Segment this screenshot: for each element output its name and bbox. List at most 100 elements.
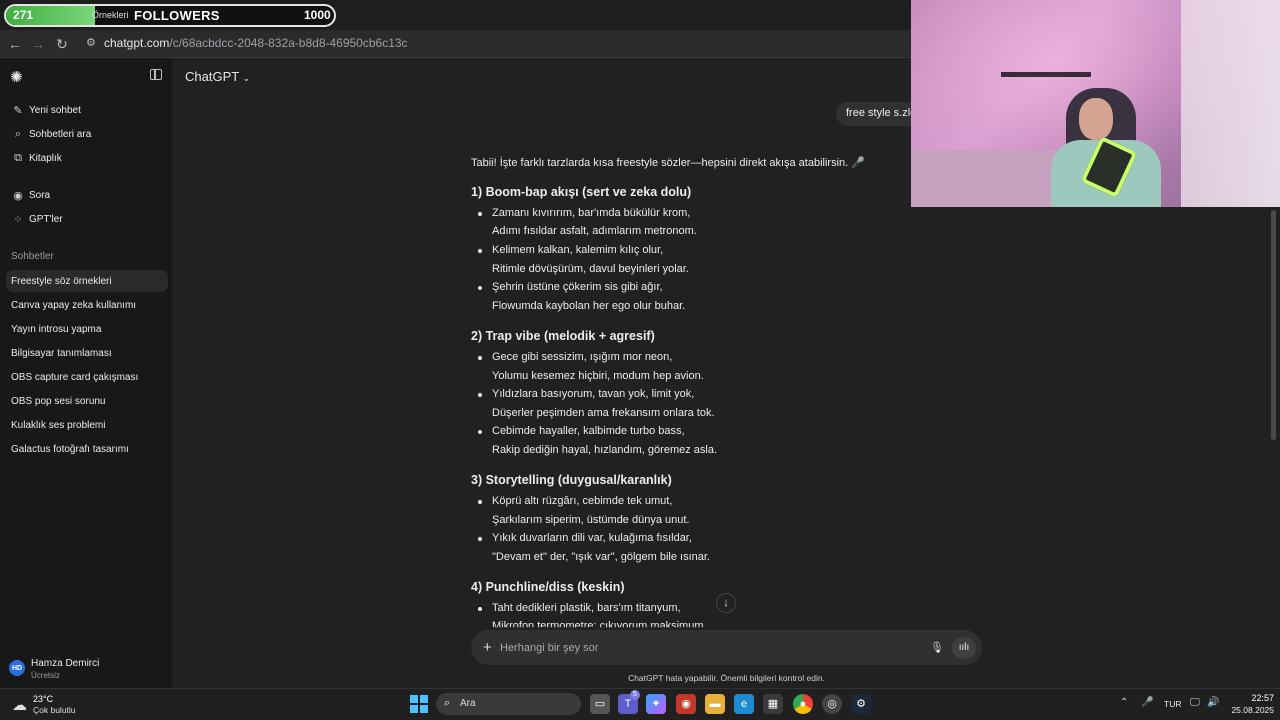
clock-time[interactable]: 22:57 (1232, 693, 1274, 703)
taskbar-search-text: Ara (460, 698, 476, 709)
webcam-face (1079, 98, 1113, 140)
webcam-overlay (911, 0, 1280, 207)
bullet-dot (478, 249, 482, 253)
library-icon: ⧉ (14, 151, 22, 164)
response-intro: Tabii! İşte farklı tarzlarda kısa freest… (471, 157, 865, 169)
address-bar[interactable]: chatgpt.com/c/68acbdcc-2048-832a-b8d8-46… (104, 36, 408, 50)
chevron-up-icon[interactable]: ⌃ (1120, 697, 1128, 708)
language-indicator[interactable]: TUR (1164, 699, 1181, 709)
verse-line: Taht dedikleri plastik, bars'ım titanyum… (492, 602, 681, 614)
sidebar-item-search-chats[interactable]: ⌕ Sohbetleri ara (6, 123, 168, 145)
sidebar-item-library[interactable]: ⧉ Kitaplık (6, 147, 168, 169)
verse-line: "Devam et" der, "ışık var", gölgem bile … (492, 551, 710, 563)
teams-icon[interactable]: T5 (618, 690, 640, 714)
network-icon[interactable]: 🖵 (1190, 697, 1200, 708)
cloud-icon[interactable]: ☁ (12, 696, 27, 714)
followers-goal: 1000 (304, 8, 331, 22)
followers-goal-bar: 271 Örnekleri FOLLOWERS 1000 (4, 4, 336, 27)
chat-item[interactable]: Galactus fotoğrafı tasarımı (6, 438, 168, 460)
taskbar (0, 688, 1280, 720)
sidebar-item-gpts[interactable]: ⁘ GPT'ler (6, 208, 168, 230)
plus-icon[interactable]: + (483, 640, 492, 655)
obs-icon[interactable]: ◎ (822, 694, 842, 714)
microphone-icon[interactable]: 🎤 (1141, 697, 1153, 708)
chat-item[interactable]: Bilgisayar tanımlaması (6, 342, 168, 364)
bullet-dot (478, 286, 482, 290)
webcam-window (1181, 0, 1280, 207)
chats-section-label: Sohbetler (11, 251, 54, 262)
copilot-icon[interactable]: ✦ (646, 694, 666, 714)
verse-line: Kelimem kalkan, kalemim kılıç olur, (492, 244, 664, 256)
bullet-dot (478, 607, 482, 611)
waveform-icon: ıılı (958, 642, 970, 653)
sidebar-item-label: Kitaplık (29, 152, 62, 164)
bullet-dot (478, 500, 482, 504)
chevron-down-icon: ⌄ (242, 73, 251, 83)
chat-item[interactable]: OBS pop sesi sorunu (6, 390, 168, 412)
bullet-dot (478, 393, 482, 397)
microphone-icon[interactable]: 🎙 (930, 641, 944, 654)
clock-date[interactable]: 25.08.2025 (1222, 705, 1274, 715)
play-icon: ◉ (13, 189, 23, 202)
chrome-icon[interactable]: ● (793, 694, 813, 714)
chat-item[interactable]: Freestyle söz örnekleri (6, 270, 168, 292)
verse-line: Şarkılarım siperim, üstümde dünya unut. (492, 514, 690, 526)
chat-item[interactable]: Kulaklık ses problemi (6, 414, 168, 436)
bullet-dot (478, 212, 482, 216)
sidebar-item-sora[interactable]: ◉ Sora (6, 184, 168, 206)
chat-item[interactable]: Yayın introsu yapma (6, 318, 168, 340)
sidebar-toggle-icon[interactable] (150, 69, 162, 80)
app-icon-red[interactable]: ◉ (676, 694, 696, 714)
verse-line: Flowumda kaybolan her ego olur buhar. (492, 300, 686, 312)
edge-icon[interactable]: e (734, 694, 754, 714)
disclaimer: ChatGPT hata yapabilir. Önemli bilgileri… (628, 673, 825, 683)
windows-start-icon[interactable] (410, 695, 428, 713)
prompt-input[interactable] (500, 639, 880, 657)
task-view-icon[interactable]: ▭ (590, 694, 610, 714)
chat-item[interactable]: Canva yapay zeka kullanımı (6, 294, 168, 316)
scroll-down-button[interactable]: ↓ (716, 593, 736, 613)
sidebar-item-label: Sohbetleri ara (29, 128, 92, 140)
chat-item[interactable]: OBS capture card çakışması (6, 366, 168, 388)
model-name: ChatGPT (185, 69, 239, 84)
volume-icon[interactable]: 🔊 (1207, 697, 1219, 708)
webcam-shelf (1001, 72, 1091, 77)
user-name[interactable]: Hamza Demirci (31, 658, 99, 669)
verse-line: Yıkık duvarların dili var, kulağıma fısı… (492, 532, 692, 544)
sidebar-item-new-chat[interactable]: ✎ Yeni sohbet (6, 99, 168, 121)
avatar[interactable]: HD (9, 660, 25, 676)
store-icon[interactable]: ▦ (763, 694, 783, 714)
scrollbar[interactable] (1271, 210, 1276, 440)
weather-desc[interactable]: Çok bulutlu (33, 705, 76, 715)
voice-mode-button[interactable]: ıılı (952, 637, 976, 659)
chatgpt-logo-icon[interactable]: ✺ (10, 68, 23, 86)
followers-count: 271 (13, 8, 34, 22)
verse-line: Yıldızlara basıyorum, tavan yok, limit y… (492, 388, 695, 400)
weather-temp[interactable]: 23°C (33, 694, 53, 704)
site-info-icon[interactable]: ⚙ (86, 36, 96, 49)
followers-label: FOLLOWERS (134, 8, 220, 23)
forward-arrow-icon[interactable]: → (29, 35, 47, 53)
steam-icon[interactable]: ⚙ (851, 694, 871, 714)
verse-line: Şehrin üstüne çökerim sis gibi ağır, (492, 281, 663, 293)
back-arrow-icon[interactable]: ← (6, 35, 24, 53)
teams-badge: 5 (630, 690, 640, 700)
sidebar-item-label: GPT'ler (29, 213, 63, 225)
verse-line: Cebimde hayaller, kalbimde turbo bass, (492, 425, 685, 437)
section-heading: 1) Boom-bap akışı (sert ve zeka dolu) (471, 185, 692, 199)
section-heading: 3) Storytelling (duygusal/karanlık) (471, 473, 672, 487)
url-path: /c/68acbdcc-2048-832a-b8d8-46950cb6c13c (169, 36, 408, 50)
grid-icon: ⁘ (13, 213, 23, 226)
verse-line: Rakip dediğin hayal, hızlandım, göremez … (492, 444, 718, 456)
search-icon: ⌕ (14, 127, 22, 140)
reload-icon[interactable]: ↻ (53, 35, 71, 53)
taskbar-search[interactable] (436, 693, 581, 715)
verse-line: Zamanı kıvırırım, bar'ımda bükülür krom, (492, 207, 691, 219)
bullet-dot (478, 356, 482, 360)
file-explorer-icon[interactable]: ▬ (705, 694, 725, 714)
search-icon: ⌕ (444, 697, 451, 709)
followers-scroll-text: Örnekleri (92, 10, 129, 20)
verse-line: Düşerler peşimden ama frekansım onlara t… (492, 407, 715, 419)
new-chat-icon: ✎ (13, 104, 23, 117)
model-selector[interactable]: ChatGPT ⌄ (185, 69, 250, 84)
